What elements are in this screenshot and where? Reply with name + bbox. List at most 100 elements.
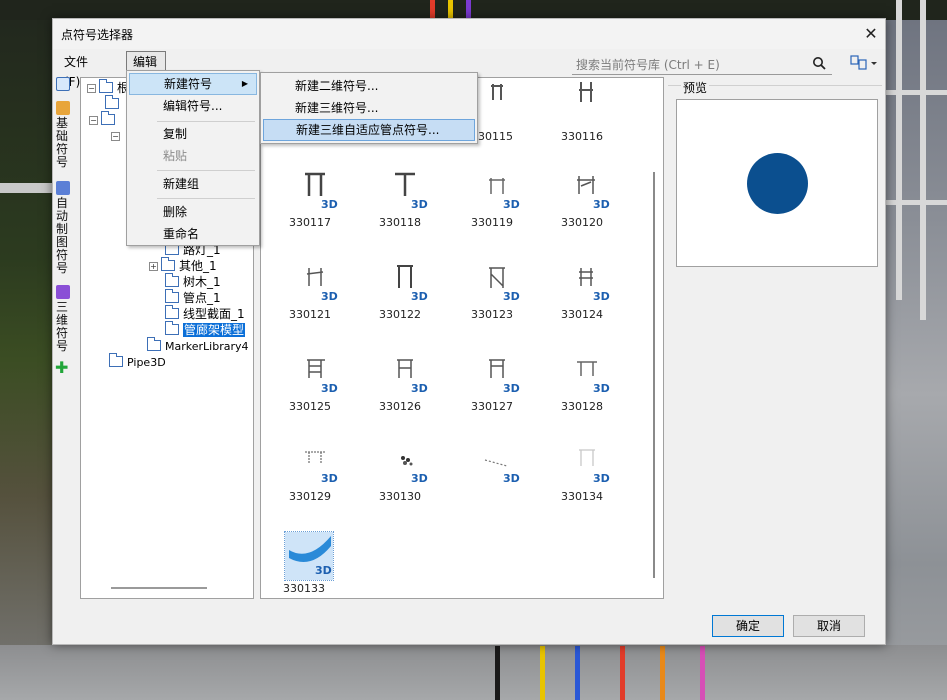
tab-basic-symbols[interactable]: 基础符号 <box>55 101 73 171</box>
tree-node-pipe-point[interactable]: 管点_1 <box>165 289 221 306</box>
grid-vertical-scrollbar[interactable] <box>653 172 655 578</box>
scene-beam <box>920 0 926 320</box>
tree-node-label: 线型截面_1 <box>183 307 245 321</box>
add-icon[interactable]: ✚ <box>55 360 73 376</box>
symbol-cell-330124[interactable]: 3D 330124 <box>561 258 613 324</box>
menu-item-paste[interactable]: 粘贴 <box>129 145 257 167</box>
3d-badge: 3D <box>593 382 610 395</box>
expand-icon[interactable]: + <box>149 262 158 271</box>
cancel-button[interactable]: 取消 <box>793 615 865 637</box>
tree-node[interactable]: − <box>89 111 119 128</box>
tree-node-line-section[interactable]: 线型截面_1 <box>165 305 245 322</box>
symbol-code: 330119 <box>471 216 513 229</box>
3d-badge: 3D <box>321 472 338 485</box>
symbol-cell-330126[interactable]: 3D 330126 <box>379 350 431 416</box>
symbol-cell-330123[interactable]: 3D 330123 <box>471 258 523 324</box>
library-icon <box>56 181 70 195</box>
symbol-grid: 330115 330116 3D 330117 3D 330118 3D 330… <box>260 77 664 599</box>
scene-beam <box>886 90 947 95</box>
symbol-cell-330130[interactable]: 3D 330130 <box>379 440 431 506</box>
search-icon[interactable] <box>812 56 826 70</box>
menu-item-copy[interactable]: 复制 <box>129 123 257 145</box>
search-input[interactable]: 搜索当前符号库 (Ctrl + E) <box>572 51 832 75</box>
symbol-code: 330115 <box>471 130 513 143</box>
symbol-cell-330129[interactable]: 3D 330129 <box>289 440 341 506</box>
menu-item-new-symbol[interactable]: 新建符号 ▶ <box>129 73 257 95</box>
new-symbol-submenu: 新建二维符号... 新建三维符号... 新建三维自适应管点符号... <box>260 72 478 144</box>
symbol-thumbnail <box>579 82 593 102</box>
symbol-cell-unlabeled[interactable]: 3D <box>471 440 523 506</box>
symbol-cell-330119[interactable]: 3D 330119 <box>471 166 523 232</box>
symbol-code: 330127 <box>471 400 513 413</box>
tree-node-pipe-rack-model[interactable]: 管廊架模型 <box>165 321 246 338</box>
3d-badge: 3D <box>503 198 520 211</box>
symbol-cell-330120[interactable]: 3D 330120 <box>561 166 613 232</box>
tab-folder[interactable] <box>55 77 73 91</box>
symbol-cell-330122[interactable]: 3D 330122 <box>379 258 431 324</box>
symbol-cell-330118[interactable]: 3D 330118 <box>379 166 431 232</box>
folder-icon <box>109 353 123 367</box>
tree-horizontal-scrollbar[interactable] <box>111 587 207 589</box>
collapse-icon[interactable]: − <box>111 132 120 141</box>
cube-icon <box>56 285 70 299</box>
symbol-cell-330128[interactable]: 3D 330128 <box>561 350 613 416</box>
symbol-cell-330121[interactable]: 3D 330121 <box>289 258 341 324</box>
tree-node-label: 其他_1 <box>179 259 217 273</box>
tree-node-markerlibrary4[interactable]: MarkerLibrary4 <box>147 337 248 355</box>
menu-item-delete[interactable]: 删除 <box>129 201 257 223</box>
menu-item-new-3d-adaptive-pipe-point-symbol[interactable]: 新建三维自适应管点符号... <box>263 119 475 141</box>
symbol-cell-330117[interactable]: 3D 330117 <box>289 166 341 232</box>
symbol-code: 330126 <box>379 400 421 413</box>
tab-auto-mapping-symbols[interactable]: 自动制图符号 <box>55 181 73 279</box>
view-mode-button[interactable] <box>849 53 879 73</box>
folder-icon <box>161 257 175 271</box>
menu-item-edit-symbol[interactable]: 编辑符号... <box>129 95 257 117</box>
3d-badge: 3D <box>411 290 428 303</box>
symbol-cell-330116[interactable]: 330116 <box>561 80 613 146</box>
tree-node-label: 管点_1 <box>183 291 221 305</box>
3d-badge: 3D <box>593 198 610 211</box>
symbol-code: 330134 <box>561 490 603 503</box>
preview-symbol <box>747 153 808 214</box>
symbol-code: 330129 <box>289 490 331 503</box>
symbol-thumbnail <box>491 84 503 100</box>
symbol-cell-330127[interactable]: 3D 330127 <box>471 350 523 416</box>
menu-separator <box>157 121 255 122</box>
tree-node-trees[interactable]: 树木_1 <box>165 273 221 290</box>
3d-badge: 3D <box>593 290 610 303</box>
symbol-cell-330115[interactable]: 330115 <box>471 80 523 146</box>
scene-left-strip <box>0 20 52 700</box>
3d-badge: 3D <box>503 472 520 485</box>
menu-item-new-2d-symbol[interactable]: 新建二维符号... <box>263 75 475 97</box>
tree-node[interactable] <box>105 95 123 112</box>
scene-pipe <box>448 0 453 18</box>
close-button[interactable]: ✕ <box>859 22 883 46</box>
menu-item-new-group[interactable]: 新建组 <box>129 173 257 195</box>
scene-pipe <box>575 646 580 700</box>
preview-box <box>676 99 878 267</box>
symbol-code: 330128 <box>561 400 603 413</box>
tree-node[interactable]: − <box>111 128 123 144</box>
tree-node-other[interactable]: + 其他_1 <box>149 257 217 274</box>
menu-item-new-3d-symbol[interactable]: 新建三维符号... <box>263 97 475 119</box>
tab-auto-mapping-label: 自动制图符号 <box>56 196 69 275</box>
3d-badge: 3D <box>503 382 520 395</box>
menu-item-label: 新建符号 <box>164 77 213 91</box>
scene-pipe <box>495 646 500 700</box>
3d-badge: 3D <box>503 290 520 303</box>
menu-item-rename[interactable]: 重命名 <box>129 223 257 245</box>
symbol-cell-330125[interactable]: 3D 330125 <box>289 350 341 416</box>
ok-button[interactable]: 确定 <box>712 615 784 637</box>
symbol-cell-330134[interactable]: 3D 330134 <box>561 440 613 506</box>
tree-node-pipe3d[interactable]: Pipe3D <box>109 353 166 371</box>
tab-3d-symbols[interactable]: 三维符号 <box>55 285 73 355</box>
symbol-cell-330133[interactable]: 3D 330133 <box>283 531 335 598</box>
collapse-icon[interactable]: − <box>87 84 96 93</box>
symbol-code: 330124 <box>561 308 603 321</box>
3d-badge: 3D <box>315 564 332 577</box>
collapse-icon[interactable]: − <box>89 116 98 125</box>
file-menu[interactable]: 文件(F)▼ <box>57 51 96 89</box>
3d-badge: 3D <box>411 382 428 395</box>
tree-node-label: Pipe3D <box>127 356 166 369</box>
search-placeholder: 搜索当前符号库 (Ctrl + E) <box>576 58 720 72</box>
